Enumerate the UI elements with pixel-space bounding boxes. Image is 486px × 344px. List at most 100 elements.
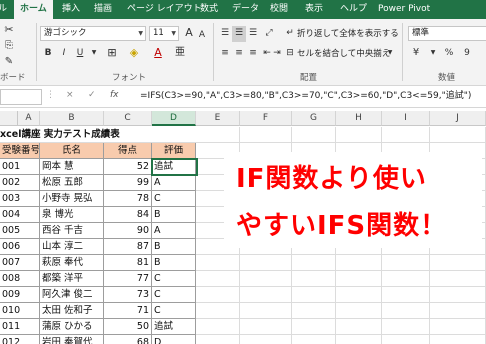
tab-view[interactable]: 表示 xyxy=(305,0,323,19)
select-all-corner[interactable] xyxy=(0,111,18,126)
cell-name[interactable]: 山本 淳二 xyxy=(40,239,104,255)
cell-id[interactable]: 005 xyxy=(0,223,40,239)
cell-grade[interactable]: C xyxy=(152,303,196,319)
copy-icon[interactable]: ⎘ xyxy=(2,39,16,55)
wrap-text-icon[interactable]: ↵ xyxy=(284,26,296,42)
cell-score[interactable]: 68 xyxy=(104,335,152,344)
cell-name[interactable]: 岡本 慧 xyxy=(40,159,104,175)
cell[interactable] xyxy=(240,303,292,319)
tab-help[interactable]: ヘルプ xyxy=(340,0,367,19)
cell[interactable] xyxy=(292,335,336,344)
cell[interactable] xyxy=(382,127,430,143)
cell-score[interactable]: 52 xyxy=(104,159,152,175)
cell[interactable] xyxy=(382,303,430,319)
cell-name[interactable]: 蒲原 ひかる xyxy=(40,319,104,335)
cell[interactable] xyxy=(292,127,336,143)
cell[interactable] xyxy=(430,287,486,303)
align-bottom-icon[interactable]: ☰ xyxy=(246,26,260,42)
cell[interactable] xyxy=(240,287,292,303)
cell-id[interactable]: 001 xyxy=(0,159,40,175)
column-header-g[interactable]: G xyxy=(292,111,336,126)
font-name-select[interactable]: 游ゴシック ▼ xyxy=(40,26,146,41)
cell-grade[interactable]: B xyxy=(152,207,196,223)
cell[interactable] xyxy=(196,303,240,319)
font-size-select[interactable]: 11 ▼ xyxy=(149,26,179,41)
cell-score[interactable]: 84 xyxy=(104,207,152,223)
cell-score[interactable]: 78 xyxy=(104,191,152,207)
tab-home[interactable]: ホーム xyxy=(14,0,53,20)
cell[interactable] xyxy=(430,127,486,143)
align-top-icon[interactable]: ☰ xyxy=(218,26,232,42)
fill-color-icon[interactable]: ◈ xyxy=(126,46,142,62)
cell-score[interactable]: 81 xyxy=(104,255,152,271)
cell-id[interactable]: 011 xyxy=(0,319,40,335)
orientation-icon[interactable]: ⤢ xyxy=(262,26,276,42)
tab-page-layout[interactable]: ページ レイアウト xyxy=(127,0,202,19)
chevron-down-icon[interactable]: ▼ xyxy=(428,46,438,62)
cell[interactable] xyxy=(382,335,430,344)
header-grade[interactable]: 評価 xyxy=(152,143,196,159)
increase-indent-icon[interactable]: ⇥ xyxy=(272,46,282,62)
phonetic-icon[interactable]: 亜 xyxy=(172,46,188,62)
cell-name[interactable]: 太田 佐和子 xyxy=(40,303,104,319)
cell-id[interactable]: 006 xyxy=(0,239,40,255)
align-middle-icon[interactable]: ☰ xyxy=(232,26,246,42)
header-score[interactable]: 得点 xyxy=(104,143,152,159)
cell-id[interactable]: 003 xyxy=(0,191,40,207)
column-header-c[interactable]: C xyxy=(104,111,152,126)
cell-score[interactable]: 50 xyxy=(104,319,152,335)
insert-function-icon[interactable]: fx xyxy=(110,90,119,100)
cell[interactable] xyxy=(382,287,430,303)
tab-draw[interactable]: 描画 xyxy=(94,0,112,19)
cell-id[interactable]: 004 xyxy=(0,207,40,223)
cell[interactable] xyxy=(240,319,292,335)
cell-id[interactable]: 009 xyxy=(0,287,40,303)
tab-review[interactable]: 校閲 xyxy=(270,0,288,19)
cell[interactable] xyxy=(292,255,336,271)
cell[interactable] xyxy=(240,127,292,143)
cell[interactable] xyxy=(240,335,292,344)
merge-center-button[interactable]: セルを結合して中央揃え xyxy=(297,47,390,61)
wrap-text-button[interactable]: 折り返して全体を表示する xyxy=(297,27,399,41)
cell[interactable] xyxy=(196,127,240,143)
cell-score[interactable]: 77 xyxy=(104,271,152,287)
cell-id[interactable]: 007 xyxy=(0,255,40,271)
cell[interactable] xyxy=(196,319,240,335)
cell-grade[interactable]: C xyxy=(152,191,196,207)
cell[interactable] xyxy=(336,271,382,287)
cell[interactable] xyxy=(292,287,336,303)
cell[interactable] xyxy=(336,335,382,344)
bold-button[interactable]: B xyxy=(42,46,54,62)
name-box[interactable] xyxy=(0,89,42,105)
cell-score[interactable]: 71 xyxy=(104,303,152,319)
cell-name[interactable]: 泉 博光 xyxy=(40,207,104,223)
formula-input[interactable]: =IFS(C3>=90,"A",C3>=80,"B",C3>=70,"C",C3… xyxy=(140,90,471,103)
merge-center-icon[interactable]: ⊟ xyxy=(284,46,296,62)
italic-button[interactable]: I xyxy=(58,46,70,62)
cell-score[interactable]: 73 xyxy=(104,287,152,303)
tab-data[interactable]: データ xyxy=(232,0,259,19)
cell-name[interactable]: 松原 五郎 xyxy=(40,175,104,191)
enter-icon[interactable]: ✓ xyxy=(88,90,96,100)
column-header-h[interactable]: H xyxy=(336,111,382,126)
comma-style-button[interactable]: 9 xyxy=(460,46,474,62)
cell-grade[interactable]: A xyxy=(152,223,196,239)
cell[interactable] xyxy=(382,271,430,287)
cell[interactable] xyxy=(240,271,292,287)
cell-grade[interactable]: B xyxy=(152,255,196,271)
cell-score[interactable]: 90 xyxy=(104,223,152,239)
cell-name[interactable]: 萩原 奉代 xyxy=(40,255,104,271)
cell[interactable] xyxy=(430,255,486,271)
cell-name[interactable]: 阿久津 俊二 xyxy=(40,287,104,303)
cell[interactable] xyxy=(336,319,382,335)
cell[interactable] xyxy=(382,255,430,271)
cell[interactable] xyxy=(336,303,382,319)
column-header-e[interactable]: E xyxy=(196,111,240,126)
cell[interactable] xyxy=(292,271,336,287)
cell[interactable] xyxy=(336,127,382,143)
cell-grade[interactable]: B xyxy=(152,239,196,255)
font-color-icon[interactable]: A xyxy=(150,46,166,62)
column-header-j[interactable]: J xyxy=(430,111,486,126)
chevron-down-icon[interactable]: ▼ xyxy=(386,46,394,62)
percent-button[interactable]: % xyxy=(442,46,456,62)
